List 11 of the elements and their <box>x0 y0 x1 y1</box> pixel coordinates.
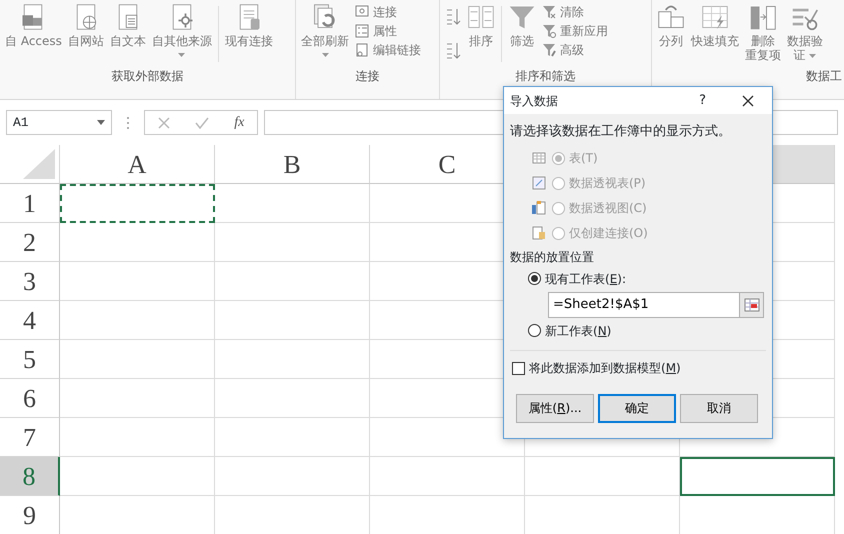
dialog-title: 导入数据 <box>510 92 559 110</box>
prompt-text: 请选择该数据在工作簿中的显示方式。 <box>510 123 732 141</box>
group-label: 排序和筛选 <box>514 68 576 84</box>
radio-option: 数据透视表(P) <box>552 174 646 192</box>
section-heading: 数据的放置位置 <box>510 248 595 266</box>
radio-option: 数据透视图(C) <box>552 199 647 217</box>
group-label: 连接 <box>354 68 380 84</box>
group-label: 数据工 <box>805 68 842 84</box>
radio-option: 表(T) <box>552 149 598 167</box>
radio-option: 仅创建连接(O) <box>552 224 648 242</box>
group-label: 获取外部数据 <box>110 68 184 84</box>
